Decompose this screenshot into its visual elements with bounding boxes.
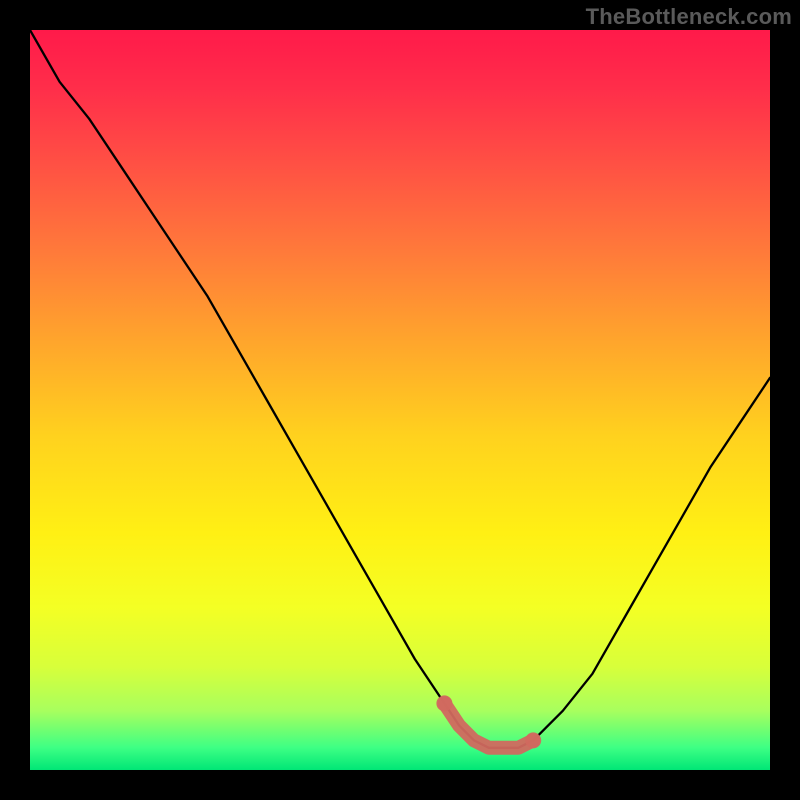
watermark-text: TheBottleneck.com	[586, 4, 792, 30]
optimal-zone-end-dot	[525, 732, 541, 748]
optimal-zone-start-dot	[436, 695, 452, 711]
bottleneck-curve-line	[30, 30, 770, 748]
chart-svg	[30, 30, 770, 770]
optimal-zone-marker	[444, 703, 533, 747]
chart-plot-area	[30, 30, 770, 770]
